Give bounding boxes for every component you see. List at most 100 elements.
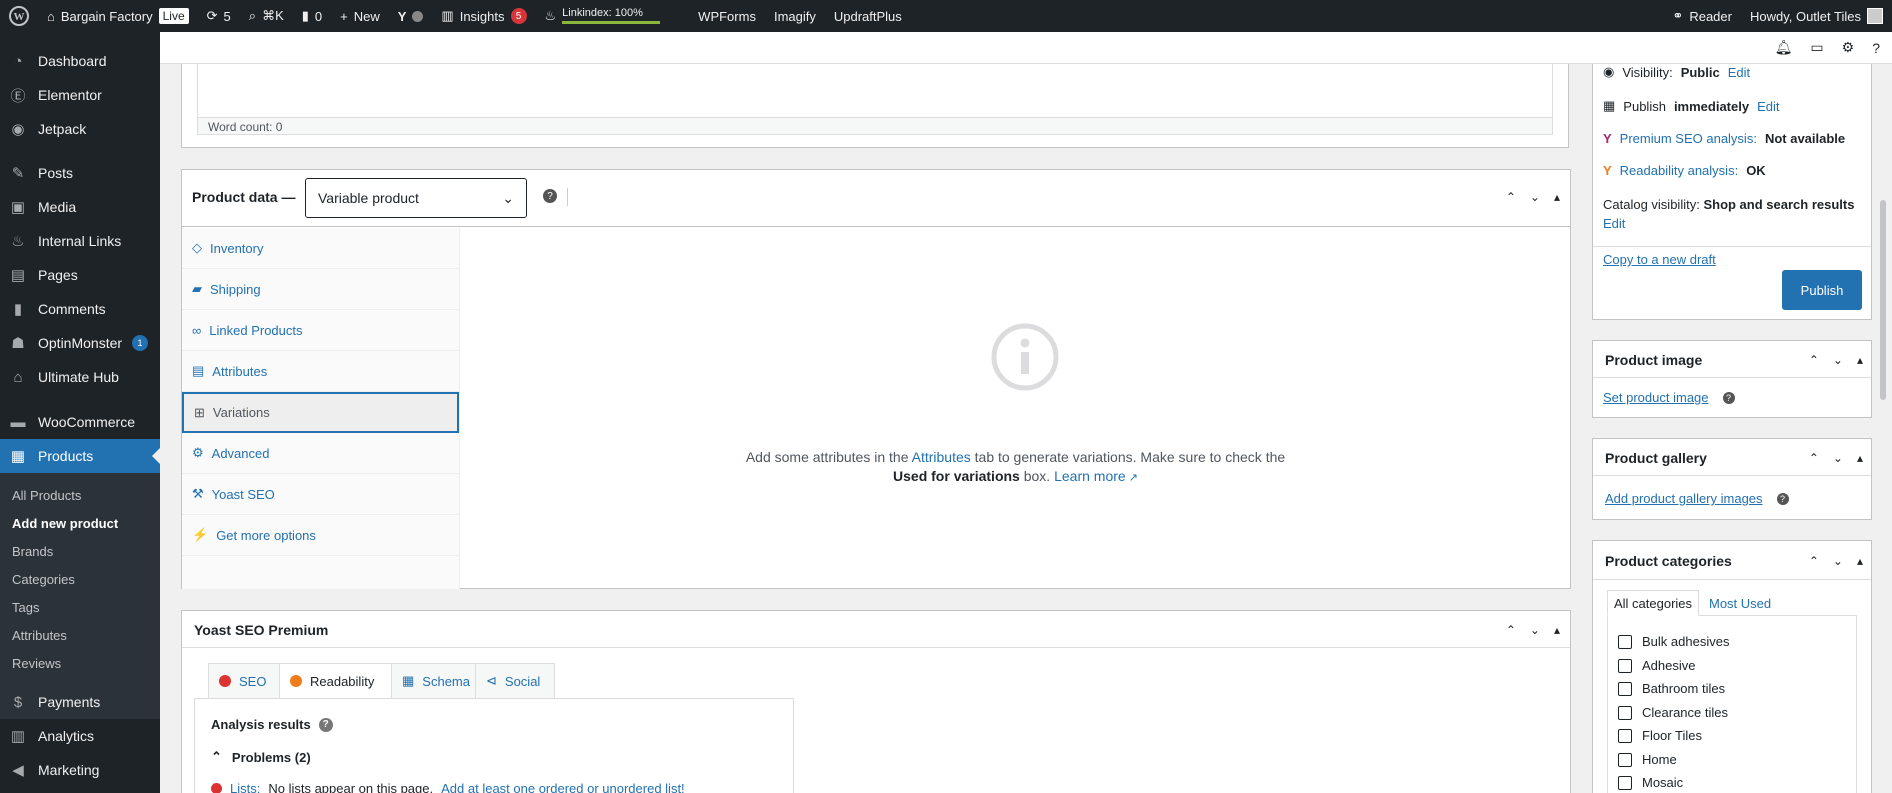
menu-ultimate-hub[interactable]: ⌂ Ultimate Hub <box>0 360 160 394</box>
product-type-select[interactable]: Variable product ⌄ <box>305 178 527 218</box>
help-icon[interactable]: ? <box>1722 391 1735 404</box>
learn-more-link[interactable]: Learn more <box>1054 468 1126 484</box>
help-icon[interactable]: ? <box>318 717 333 732</box>
wpforms-link[interactable]: WPForms <box>689 0 765 32</box>
problem-label-link[interactable]: Lists: <box>230 781 260 793</box>
set-product-image-link[interactable]: Set product image <box>1603 390 1709 405</box>
tab-most-used[interactable]: Most Used <box>1709 596 1771 611</box>
tab-shipping[interactable]: ▰ Shipping <box>182 269 459 310</box>
imagify-link[interactable]: Imagify <box>765 0 825 32</box>
menu-dashboard[interactable]: ◔ Dashboard <box>0 44 160 78</box>
move-up-icon[interactable]: ⌃ <box>1809 353 1819 367</box>
move-down-icon[interactable]: ⌄ <box>1530 190 1540 204</box>
wordpress-logo-icon[interactable]: W <box>0 0 38 32</box>
menu-optinmonster[interactable]: ☗ OptinMonster 1 <box>0 326 160 360</box>
move-up-icon[interactable]: ⌃ <box>1506 190 1516 204</box>
page-scrollbar[interactable] <box>1880 200 1886 400</box>
move-down-icon[interactable]: ⌄ <box>1833 353 1843 367</box>
editor-area[interactable] <box>197 64 1553 118</box>
yoast-menu[interactable]: Y <box>389 0 433 32</box>
problems-toggle[interactable]: ⌃ Problems (2) <box>211 749 311 765</box>
tab-seo[interactable]: SEO <box>208 663 280 699</box>
tab-attributes[interactable]: ▤ Attributes <box>182 351 459 392</box>
menu-comments[interactable]: ▮ Comments <box>0 292 160 326</box>
catalog-edit-link[interactable]: Edit <box>1603 216 1625 231</box>
menu-jetpack[interactable]: ◉ Jetpack <box>0 112 160 146</box>
tab-get-more-options[interactable]: ⚡ Get more options <box>182 515 459 556</box>
help-icon[interactable]: ? <box>1776 492 1789 505</box>
readability-link[interactable]: Readability analysis: <box>1620 163 1739 178</box>
attributes-link[interactable]: Attributes <box>912 449 971 465</box>
collapse-icon[interactable]: ▴ <box>1554 623 1560 637</box>
gear-icon[interactable]: ⚙ <box>1842 39 1855 56</box>
category-item[interactable]: Floor Tiles <box>1618 728 1702 743</box>
move-down-icon[interactable]: ⌄ <box>1833 451 1843 465</box>
menu-products[interactable]: ▦ Products <box>0 439 160 473</box>
tab-all-categories[interactable]: All categories <box>1607 590 1700 616</box>
copy-draft-link[interactable]: Copy to a new draft <box>1603 252 1716 267</box>
seo-analysis-link[interactable]: Premium SEO analysis: <box>1620 131 1757 146</box>
submenu-brands[interactable]: Brands <box>0 539 160 563</box>
category-checkbox[interactable] <box>1618 681 1632 696</box>
comments-link[interactable]: ▮ 0 <box>293 0 331 32</box>
bell-icon[interactable]: 🔔︎ <box>1775 39 1793 56</box>
tab-schema[interactable]: ▦ Schema <box>391 663 476 699</box>
submenu-attributes[interactable]: Attributes <box>0 623 160 647</box>
add-gallery-images-link[interactable]: Add product gallery images <box>1605 491 1763 506</box>
menu-posts[interactable]: ✎ Posts <box>0 156 160 190</box>
help-icon[interactable]: ? <box>543 189 557 203</box>
tab-readability[interactable]: Readability <box>279 663 392 699</box>
move-up-icon[interactable]: ⌃ <box>1809 554 1819 568</box>
category-item[interactable]: Home <box>1618 752 1677 767</box>
category-item[interactable]: Bathroom tiles <box>1618 681 1725 696</box>
tab-inventory[interactable]: ◇ Inventory <box>182 228 459 269</box>
move-down-icon[interactable]: ⌄ <box>1833 554 1843 568</box>
submenu-all-products[interactable]: All Products <box>0 483 160 507</box>
linkindex-link[interactable]: ♨ Linkindex: 100% <box>536 0 670 32</box>
menu-marketing[interactable]: ◀ Marketing <box>0 753 160 787</box>
menu-payments[interactable]: $ Payments <box>0 685 160 719</box>
menu-media[interactable]: ▣ Media <box>0 190 160 224</box>
submenu-tags[interactable]: Tags <box>0 595 160 619</box>
tab-social[interactable]: ⊲ Social <box>475 663 555 699</box>
tab-yoast-seo[interactable]: ⚒ Yoast SEO <box>182 474 459 515</box>
menu-internal-links[interactable]: ♨ Internal Links <box>0 224 160 258</box>
problem-fix-link[interactable]: Add at least one ordered or unordered li… <box>441 781 685 793</box>
category-checkbox[interactable] <box>1618 775 1632 790</box>
category-checkbox[interactable] <box>1618 634 1632 649</box>
category-item[interactable]: Adhesive <box>1618 658 1695 673</box>
category-checkbox[interactable] <box>1618 658 1632 673</box>
updates-link[interactable]: ⟳ 5 <box>198 0 240 32</box>
command-palette-link[interactable]: ⌕ ⌘K <box>240 0 293 32</box>
category-checkbox[interactable] <box>1618 752 1632 767</box>
collapse-icon[interactable]: ▴ <box>1857 554 1863 568</box>
menu-woocommerce[interactable]: ▬ WooCommerce <box>0 405 160 439</box>
move-up-icon[interactable]: ⌃ <box>1809 451 1819 465</box>
move-down-icon[interactable]: ⌄ <box>1530 623 1540 637</box>
publish-button[interactable]: Publish <box>1782 270 1862 310</box>
collapse-icon[interactable]: ▴ <box>1554 190 1560 204</box>
tab-advanced[interactable]: ⚙ Advanced <box>182 433 459 474</box>
move-up-icon[interactable]: ⌃ <box>1506 623 1516 637</box>
category-checkbox[interactable] <box>1618 728 1632 743</box>
help-icon[interactable]: ? <box>1872 40 1880 56</box>
feedback-icon[interactable]: ▭ <box>1810 39 1823 56</box>
menu-elementor[interactable]: Ⓔ Elementor <box>0 78 160 112</box>
collapse-icon[interactable]: ▴ <box>1857 353 1863 367</box>
category-item[interactable]: Clearance tiles <box>1618 705 1728 720</box>
site-name-link[interactable]: ⌂ Bargain Factory Live <box>38 0 198 32</box>
my-account-link[interactable]: Howdy, Outlet Tiles <box>1741 0 1892 32</box>
tab-variations[interactable]: ⊞ Variations <box>182 392 459 433</box>
tab-linked-products[interactable]: ∞ Linked Products <box>182 310 459 351</box>
new-content-link[interactable]: + New <box>331 0 389 32</box>
submenu-add-new-product[interactable]: Add new product <box>0 511 160 535</box>
category-item[interactable]: Mosaic <box>1618 775 1683 790</box>
insights-link[interactable]: ▥ Insights 5 <box>432 0 535 32</box>
category-item[interactable]: Bulk adhesives <box>1618 634 1729 649</box>
updraftplus-link[interactable]: UpdraftPlus <box>825 0 911 32</box>
menu-pages[interactable]: ▤ Pages <box>0 258 160 292</box>
collapse-icon[interactable]: ▴ <box>1857 451 1863 465</box>
reader-link[interactable]: ⚭ Reader <box>1663 0 1741 32</box>
visibility-edit-link[interactable]: Edit <box>1728 65 1750 80</box>
category-checkbox[interactable] <box>1618 705 1632 720</box>
